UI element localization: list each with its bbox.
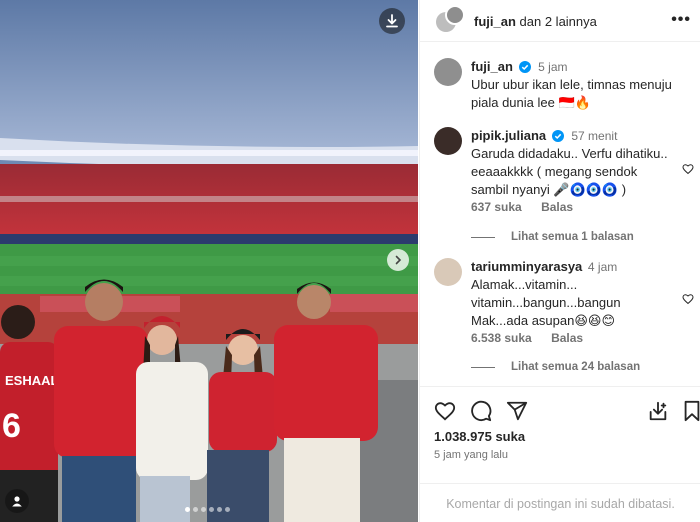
- view-replies-label[interactable]: Lihat semua 1 balasan: [511, 231, 634, 243]
- avatar[interactable]: [434, 58, 462, 86]
- owner-suffix[interactable]: dan 2 lainnya: [520, 14, 597, 29]
- comment-username[interactable]: fuji_an: [471, 59, 513, 74]
- post-timestamp[interactable]: 5 jam yang lalu: [434, 449, 508, 461]
- bookmark-icon[interactable]: [681, 400, 700, 422]
- user-tag-icon: [12, 496, 22, 507]
- carousel-dot: [185, 507, 190, 512]
- post-actions: 1.038.975 suka 5 jam yang lalu Komentar …: [420, 386, 700, 522]
- comment-like-count[interactable]: 6.538 suka: [471, 331, 532, 345]
- heart-icon[interactable]: [434, 400, 456, 422]
- replies-line: [471, 236, 495, 238]
- comment-time[interactable]: 5 jam: [538, 60, 567, 74]
- comment-icon[interactable]: [470, 400, 492, 422]
- comment-username[interactable]: tariumminyarasya: [471, 259, 582, 274]
- tagged-users-button[interactable]: [5, 489, 29, 513]
- post-owners: fuji_an dan 2 lainnya: [474, 14, 597, 29]
- carousel-dot: [201, 507, 206, 512]
- post-header: fuji_an dan 2 lainnya •••: [420, 0, 700, 42]
- avatar[interactable]: [434, 127, 462, 155]
- comment-time[interactable]: 4 jam: [588, 260, 617, 274]
- comment-text: Alamak...vitamin... vitamin...bangun...b…: [471, 277, 621, 328]
- chevron-right-icon: [395, 255, 402, 265]
- download-icon: [386, 14, 398, 28]
- carousel-dot: [193, 507, 198, 512]
- owner-username[interactable]: fuji_an: [474, 14, 516, 29]
- comment-text: Ubur ubur ikan lele, timnas menuju piala…: [471, 77, 672, 110]
- avatar[interactable]: [434, 258, 462, 286]
- carousel-indicator: [185, 507, 230, 512]
- reply-button[interactable]: Balas: [541, 200, 573, 214]
- post-detail-panel: fuji_an dan 2 lainnya ••• fuji_an 5 jam …: [419, 0, 700, 522]
- comment-username[interactable]: pipik.juliana: [471, 128, 546, 143]
- download-button[interactable]: [379, 8, 405, 34]
- next-photo-button[interactable]: [387, 249, 409, 271]
- like-count[interactable]: 1.038.975 suka: [434, 429, 525, 444]
- view-replies-button[interactable]: Lihat semua 24 balasan: [471, 361, 640, 373]
- comments-disabled-notice: Komentar di postingan ini sudah dibatasi…: [420, 483, 700, 522]
- comment-like-count[interactable]: 637 suka: [471, 200, 522, 214]
- stadium-photo: ESHAAL 6: [0, 0, 418, 522]
- view-replies-label[interactable]: Lihat semua 24 balasan: [511, 361, 640, 373]
- save-to-icon[interactable]: [647, 400, 669, 422]
- comment-time[interactable]: 57 menit: [571, 129, 617, 143]
- svg-text:6: 6: [2, 407, 21, 445]
- more-options-button[interactable]: •••: [671, 11, 691, 29]
- comment-body: fuji_an 5 jam Ubur ubur ikan lele, timna…: [471, 58, 676, 112]
- comment-body: pipik.juliana 57 menit Garuda didadaku..…: [471, 127, 676, 199]
- comment-text: Garuda didadaku.. Verfu dihatiku.. eeaaa…: [471, 146, 668, 197]
- carousel-dot: [225, 507, 230, 512]
- comment-like-icon[interactable]: [682, 293, 694, 305]
- verified-badge-icon: [518, 61, 531, 73]
- verified-badge-icon: [551, 130, 564, 142]
- comment-meta: 6.538 suka Balas: [471, 331, 599, 345]
- carousel-dot: [217, 507, 222, 512]
- post-photo[interactable]: ESHAAL 6: [0, 0, 418, 522]
- carousel-dot: [209, 507, 214, 512]
- replies-line: [471, 366, 495, 368]
- avatar[interactable]: [445, 5, 465, 25]
- comment-meta: 637 suka Balas: [471, 200, 589, 214]
- view-replies-button[interactable]: Lihat semua 1 balasan: [471, 231, 634, 243]
- svg-text:ESHAAL: ESHAAL: [5, 373, 59, 388]
- comment-like-icon[interactable]: [682, 163, 694, 175]
- comment-body: tariumminyarasya 4 jam Alamak...vitamin.…: [471, 258, 676, 330]
- paper-plane-icon[interactable]: [506, 400, 528, 422]
- reply-button[interactable]: Balas: [551, 331, 583, 345]
